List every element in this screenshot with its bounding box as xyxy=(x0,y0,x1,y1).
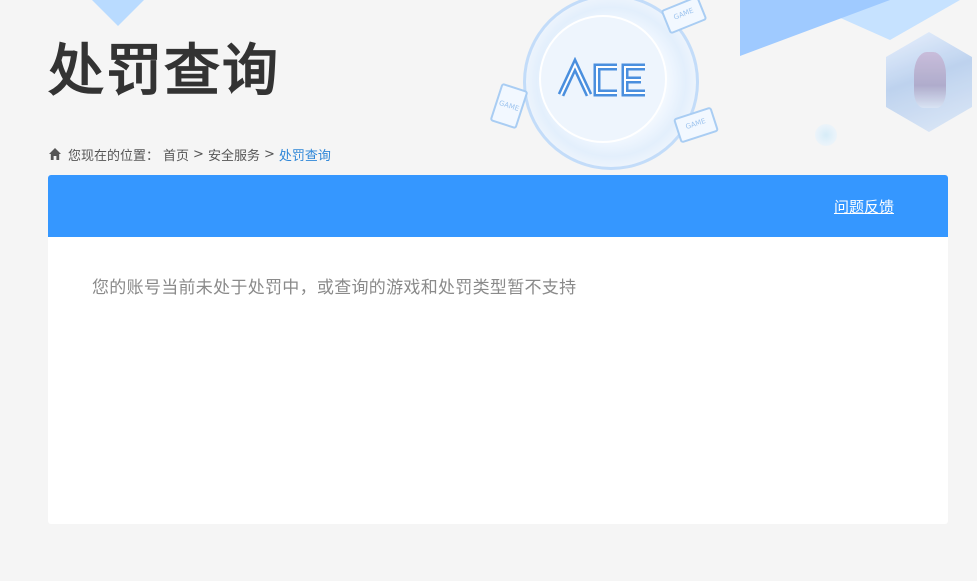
ace-logo xyxy=(539,15,667,143)
ace-logo-icon xyxy=(557,57,645,97)
character-avatar-image xyxy=(886,32,972,132)
game-tag-decor: GAME xyxy=(489,82,529,130)
breadcrumb-separator: > xyxy=(263,146,275,162)
decor-triangle-right xyxy=(740,0,890,56)
result-panel: 问题反馈 您的账号当前未处于处罚中，或查询的游戏和处罚类型暂不支持 xyxy=(48,175,948,524)
breadcrumb-separator: > xyxy=(193,146,204,162)
panel-body: 您的账号当前未处于处罚中，或查询的游戏和处罚类型暂不支持 xyxy=(48,237,948,334)
page-title: 处罚查询 xyxy=(48,39,280,104)
decor-orb xyxy=(815,124,837,146)
feedback-link[interactable]: 问题反馈 xyxy=(834,196,894,217)
page: GAME GAME GAME 处罚查询 您现在的位置： 首页 > 安全服务 > … xyxy=(0,0,977,581)
breadcrumb: 您现在的位置： 首页 > 安全服务 > 处罚查询 xyxy=(48,145,331,164)
breadcrumb-item-current: 处罚查询 xyxy=(278,148,331,164)
breadcrumb-item-security[interactable]: 安全服务 xyxy=(208,145,260,164)
breadcrumb-item-home[interactable]: 首页 xyxy=(163,145,189,164)
result-message: 您的账号当前未处于处罚中，或查询的游戏和处罚类型暂不支持 xyxy=(92,278,577,298)
decor-triangle-left xyxy=(92,0,144,26)
breadcrumb-prefix: 您现在的位置： xyxy=(68,148,160,164)
home-icon xyxy=(48,147,62,161)
game-tag-decor: GAME xyxy=(660,0,708,35)
panel-header: 问题反馈 xyxy=(48,175,948,237)
